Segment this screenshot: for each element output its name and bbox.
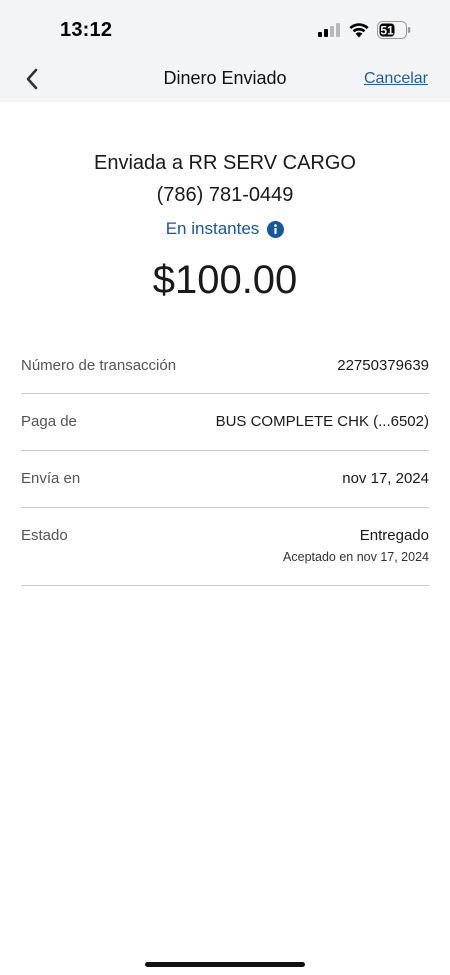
amount: $100.00 (152, 258, 298, 302)
detail-row-transaction-number: Número de transacción 22750379639 (21, 337, 429, 394)
detail-row-send-date: Envía en nov 17, 2024 (21, 451, 429, 508)
detail-label: Envía en (21, 470, 81, 487)
detail-row-paid-from: Paga de BUS COMPLETE CHK (...6502) (21, 394, 429, 451)
status-values: Entregado Aceptado en nov 17, 2024 (283, 527, 429, 564)
status-value: Entregado (359, 527, 429, 544)
battery-level-text: 51 (380, 24, 394, 38)
sent-prefix: Enviada a (94, 152, 183, 174)
wifi-icon (349, 23, 369, 38)
recipient-name: RR SERV CARGO (188, 152, 356, 174)
detail-row-status: Estado Entregado Aceptado en nov 17, 202… (21, 508, 429, 586)
signal-icon (318, 23, 340, 37)
transaction-details: Número de transacción 22750379639 Paga d… (21, 337, 429, 586)
status-time: 13:12 (60, 19, 113, 41)
detail-label: Número de transacción (21, 357, 177, 374)
header-area: 13:12 51 Dinero Enviado Cancelar (0, 0, 450, 102)
detail-value: nov 17, 2024 (342, 470, 429, 487)
delivery-speed: En instantes (166, 216, 285, 242)
battery-icon: 51 (377, 21, 411, 39)
detail-value: BUS COMPLETE CHK (...6502) (215, 413, 429, 430)
recipient-line: Enviada a RR SERV CARGO (0, 148, 450, 178)
cancel-link[interactable]: Cancelar (364, 70, 428, 88)
status-bar: 13:12 51 (0, 0, 450, 58)
nav-bar: Dinero Enviado Cancelar (0, 58, 450, 102)
delivery-speed-label: En instantes (165, 219, 260, 238)
detail-label: Paga de (21, 413, 77, 430)
transfer-summary: Enviada a RR SERV CARGO (786) 781-0449 E… (0, 148, 450, 304)
detail-label: Estado (21, 527, 68, 544)
detail-value: 22750379639 (337, 357, 429, 374)
screen: 13:12 51 Dinero Enviado Cancelar Enviada… (0, 0, 450, 975)
info-icon[interactable] (267, 220, 285, 238)
status-accepted-date: Aceptado en nov 17, 2024 (283, 550, 429, 564)
home-indicator[interactable] (145, 962, 305, 967)
recipient-phone: (786) 781-0449 (156, 184, 294, 206)
